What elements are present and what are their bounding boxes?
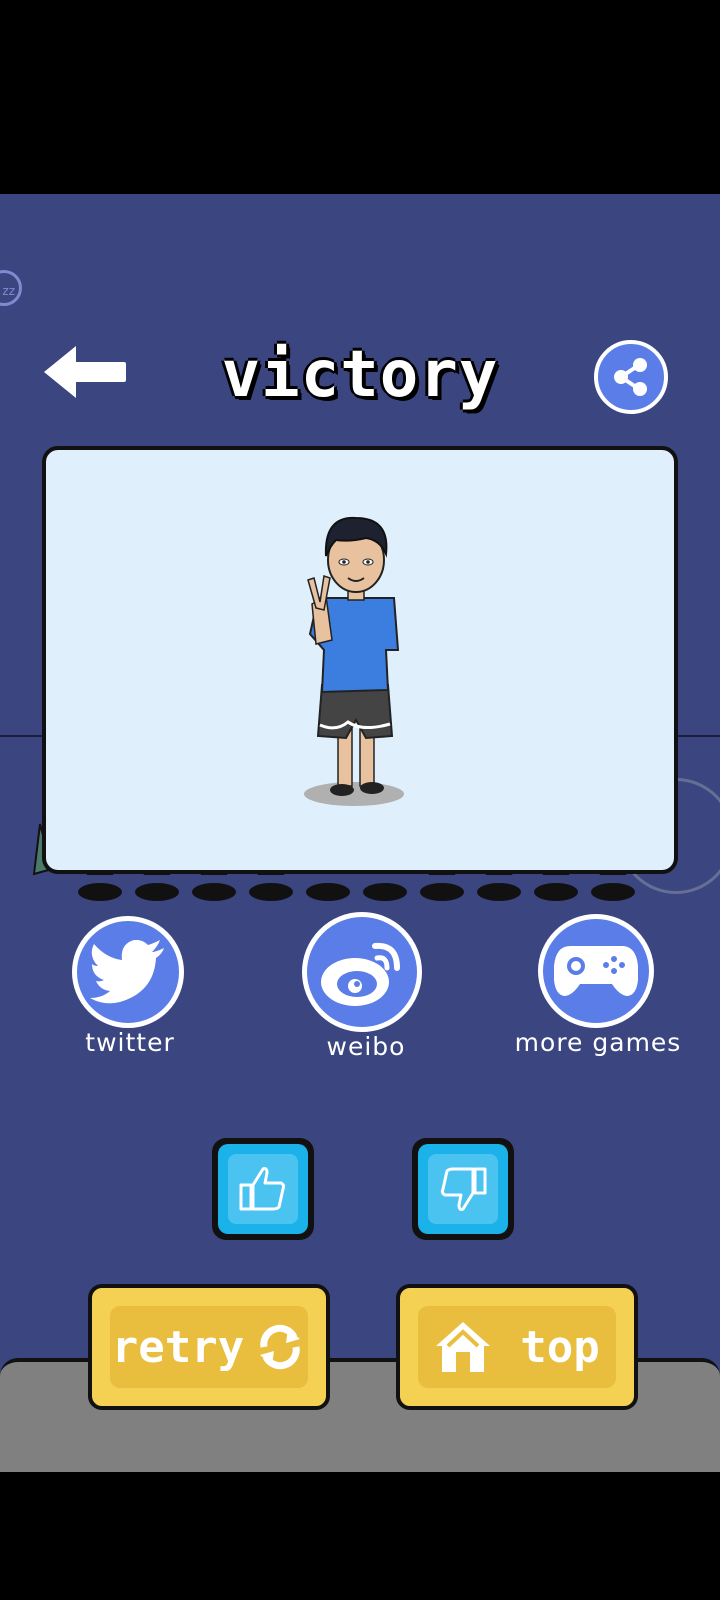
top-button-face: top (418, 1306, 616, 1388)
page-title: victory (221, 338, 499, 412)
weibo-label[interactable]: weibo (296, 1032, 436, 1061)
weibo-button[interactable] (302, 912, 422, 1032)
twitter-label[interactable]: twitter (60, 1028, 200, 1057)
share-icon (614, 358, 647, 396)
like-button[interactable] (212, 1138, 314, 1240)
retry-button-face: retry (110, 1306, 308, 1388)
like-button-face (218, 1144, 308, 1234)
result-card (42, 446, 678, 874)
dislike-button[interactable] (412, 1138, 514, 1240)
weibo-icon (321, 942, 400, 1006)
dislike-button-inner (428, 1154, 498, 1224)
twitter-icon (90, 940, 164, 1004)
refresh-icon (260, 1324, 301, 1370)
twitter-button[interactable] (72, 916, 184, 1028)
arrow-left-icon (44, 346, 126, 398)
retry-label: retry (111, 1321, 245, 1373)
back-button[interactable] (42, 344, 128, 400)
dislike-button-face (418, 1144, 508, 1234)
more-games-label[interactable]: more games (500, 1028, 696, 1057)
gamepad-icon (554, 946, 638, 996)
share-button[interactable] (594, 340, 668, 414)
thumbs-down-icon (440, 1167, 487, 1211)
like-button-inner (228, 1154, 298, 1224)
victory-boy-illustration (304, 516, 404, 806)
sleep-badge[interactable]: zz (0, 270, 22, 306)
retry-button[interactable]: retry (88, 1284, 330, 1410)
top-label: top (520, 1321, 600, 1373)
thumbs-up-icon (239, 1167, 286, 1211)
top-button[interactable]: top (396, 1284, 638, 1410)
more-games-button[interactable] (538, 914, 654, 1028)
sleep-badge-text: zz (2, 284, 15, 298)
home-icon (436, 1322, 491, 1372)
